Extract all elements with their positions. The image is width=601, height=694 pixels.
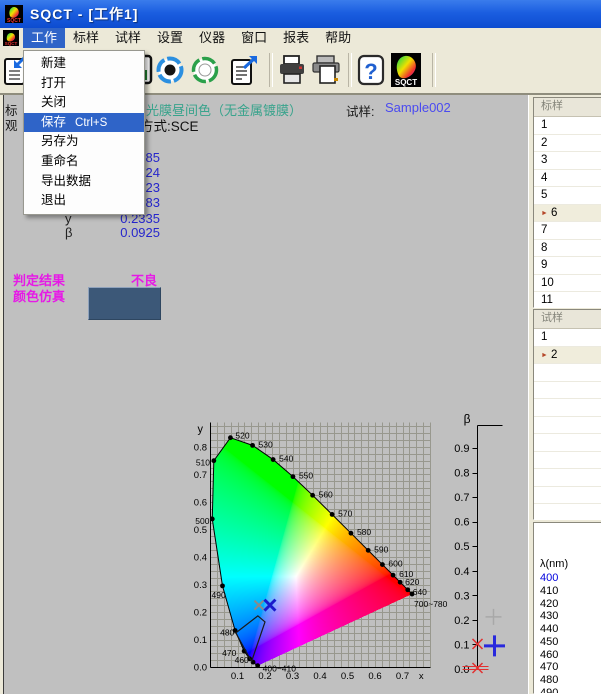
menubar-item-设置[interactable]: 设置: [149, 28, 191, 48]
wavelength-table-spacer: [534, 523, 601, 557]
menu-item-打开[interactable]: 打开: [24, 74, 144, 94]
wavelength-row-450[interactable]: 450: [534, 636, 601, 649]
list-item-empty[interactable]: [534, 417, 601, 435]
wavelength-row-460[interactable]: 460: [534, 649, 601, 662]
wavelength-row-440[interactable]: 440: [534, 623, 601, 636]
list-item-empty[interactable]: [534, 452, 601, 470]
wavelength-row-480[interactable]: 480: [534, 674, 601, 687]
measure-sample-icon: [189, 52, 221, 88]
menu-item-保存[interactable]: 保存Ctrl+S: [24, 113, 144, 133]
measure-sample-button[interactable]: [189, 50, 221, 90]
help-icon: ?: [355, 52, 387, 88]
cie-chromaticity-chart: [185, 413, 517, 694]
value-row-β: β0.0925: [60, 225, 160, 239]
menu-item-新建[interactable]: 新建: [24, 54, 144, 74]
wavelength-row-410[interactable]: 410: [534, 585, 601, 598]
menubar-item-窗口[interactable]: 窗口: [233, 28, 275, 48]
list-item-empty[interactable]: [534, 469, 601, 487]
menubar-item-帮助[interactable]: 帮助: [317, 28, 359, 48]
list-item-1[interactable]: 1: [534, 329, 601, 347]
window-title: SQCT - [工作1]: [30, 4, 138, 24]
sqct-chart-button[interactable]: SQCT: [390, 50, 422, 90]
list-item-7[interactable]: 7: [534, 222, 601, 240]
trial-panel-header: 试样: [534, 310, 601, 329]
list-item-empty[interactable]: [534, 364, 601, 382]
menubar-item-标样[interactable]: 标样: [65, 28, 107, 48]
selected-row-marker: ►: [541, 210, 548, 217]
list-item-empty[interactable]: [534, 382, 601, 400]
color-simulation-label: 颜色仿真: [13, 286, 65, 305]
menubar-item-仪器[interactable]: 仪器: [191, 28, 233, 48]
toolbar-separator: [269, 53, 273, 87]
svg-text:SQCT: SQCT: [7, 18, 21, 23]
title-bar: SQCT SQCT - [工作1]: [0, 0, 601, 28]
measure-standard-button[interactable]: [154, 50, 186, 90]
observer-label-fragment: 观: [5, 115, 18, 134]
wavelength-row-490[interactable]: 490: [534, 687, 601, 694]
list-item-11[interactable]: 11: [534, 292, 601, 308]
right-sidebar: 标样 12345►67891011 试样 1►2 λ(nm) 400410420…: [528, 95, 601, 694]
wavelength-row-420[interactable]: 420: [534, 598, 601, 611]
wavelength-list: 400410420430440450460470480490: [534, 572, 601, 694]
trial-list: 1►2: [534, 329, 601, 520]
wavelength-table-panel: λ(nm) 400410420430440450460470480490: [533, 522, 601, 694]
menu-bar: SQCT 工作标样试样设置仪器窗口报表帮助: [0, 28, 601, 48]
work-menu-dropdown: 新建打开关闭保存Ctrl+S另存为重命名导出数据退出: [23, 50, 145, 215]
measurement-mode: 方式:SCE: [140, 115, 199, 135]
sqct-logo-icon: SQCT: [390, 52, 422, 88]
wavelength-column-header: λ(nm): [534, 557, 601, 572]
list-item-6[interactable]: ►6: [534, 205, 601, 223]
report-export-icon: [229, 52, 261, 88]
list-item-9[interactable]: 9: [534, 257, 601, 275]
print-preview-icon: [310, 52, 342, 88]
list-item-4[interactable]: 4: [534, 170, 601, 188]
standard-list: 12345►67891011: [534, 117, 601, 308]
list-item-8[interactable]: 8: [534, 240, 601, 258]
sample-label: 试样:: [346, 101, 374, 120]
toolbar-separator: [348, 53, 352, 87]
wavelength-row-470[interactable]: 470: [534, 661, 601, 674]
list-item-1[interactable]: 1: [534, 117, 601, 135]
list-item-empty[interactable]: [534, 504, 601, 520]
menubar-item-报表[interactable]: 报表: [275, 28, 317, 48]
menu-item-导出数据[interactable]: 导出数据: [24, 172, 144, 192]
child-window-icon[interactable]: SQCT: [3, 30, 19, 46]
toolbar-separator: [432, 53, 436, 87]
sample-name-value: Sample002: [385, 100, 451, 115]
printer-icon: [276, 52, 308, 88]
trial-list-panel: 试样 1►2: [533, 309, 601, 520]
list-item-empty[interactable]: [534, 487, 601, 505]
app-logo-icon[interactable]: SQCT: [5, 5, 23, 23]
list-item-10[interactable]: 10: [534, 275, 601, 293]
list-item-empty[interactable]: [534, 434, 601, 452]
menubar-item-试样[interactable]: 试样: [107, 28, 149, 48]
svg-text:SQCT: SQCT: [395, 78, 417, 87]
menu-items: 工作标样试样设置仪器窗口报表帮助: [23, 28, 359, 48]
menu-item-重命名[interactable]: 重命名: [24, 152, 144, 172]
list-item-empty[interactable]: [534, 399, 601, 417]
menubar-item-工作[interactable]: 工作: [23, 28, 65, 48]
measure-standard-icon: [154, 52, 186, 88]
standard-list-panel: 标样 12345►67891011: [533, 97, 601, 308]
list-item-2[interactable]: 2: [534, 135, 601, 153]
selected-row-marker: ►: [541, 352, 548, 359]
menu-item-关闭[interactable]: 关闭: [24, 93, 144, 113]
list-item-5[interactable]: 5: [534, 187, 601, 205]
print-button[interactable]: [276, 50, 308, 90]
color-simulation-swatch: [88, 287, 161, 320]
wavelength-row-400[interactable]: 400: [534, 572, 601, 585]
report-export-button[interactable]: [229, 50, 261, 90]
help-button[interactable]: ?: [355, 50, 387, 90]
wavelength-row-430[interactable]: 430: [534, 610, 601, 623]
svg-text:?: ?: [364, 59, 377, 84]
menu-item-退出[interactable]: 退出: [24, 191, 144, 211]
menu-item-另存为[interactable]: 另存为: [24, 132, 144, 152]
list-item-3[interactable]: 3: [534, 152, 601, 170]
standard-panel-header: 标样: [534, 98, 601, 117]
list-item-2[interactable]: ►2: [534, 347, 601, 365]
svg-text:SQCT: SQCT: [5, 41, 18, 46]
print-preview-button[interactable]: [310, 50, 342, 90]
